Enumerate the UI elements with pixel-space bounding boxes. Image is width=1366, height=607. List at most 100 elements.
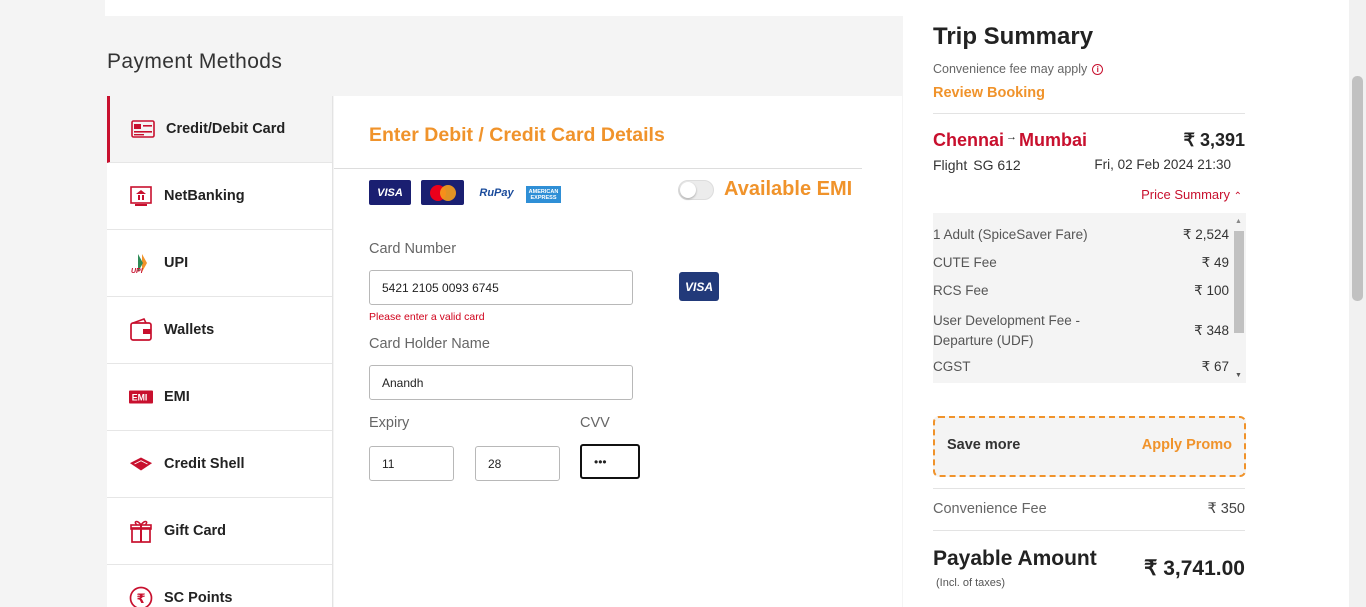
method-label: EMI (164, 389, 190, 405)
emi-icon: EMI (129, 385, 153, 409)
wallet-icon (129, 318, 153, 342)
convenience-note: Convenience fee may apply i (933, 62, 1104, 76)
bank-icon (129, 184, 153, 208)
convenience-note-text: Convenience fee may apply (933, 62, 1088, 76)
fare-label: CUTE Fee (933, 255, 997, 270)
visa-logo: VISA (369, 180, 411, 205)
route: Chennai → Mumbai (933, 130, 1087, 151)
method-label: SC Points (164, 590, 233, 606)
method-label: Wallets (164, 322, 215, 338)
top-card (105, 0, 903, 16)
available-emi-label: Available EMI (724, 178, 853, 200)
promo-box: Save more Apply Promo (933, 416, 1246, 477)
cvv-input[interactable] (580, 444, 640, 479)
method-credit-shell[interactable]: Credit Shell (107, 431, 332, 498)
fare-row: CGST ₹ 67 (933, 359, 1229, 375)
fare-value: ₹ 67 (1201, 359, 1229, 374)
divider (933, 530, 1245, 531)
scroll-down-icon[interactable]: ▼ (1235, 372, 1242, 379)
price-summary-toggle[interactable]: Price Summary ⌃ (1141, 187, 1242, 202)
method-wallets[interactable]: Wallets (107, 297, 332, 364)
fare-row: RCS Fee ₹ 100 (933, 283, 1229, 299)
flight-number: SG 612 (973, 157, 1021, 173)
rupee-coin-icon: ₹ (129, 586, 153, 607)
payable-amount-label: Payable Amount (933, 547, 1097, 570)
fare-value: ₹ 49 (1201, 255, 1229, 270)
divider (334, 168, 862, 169)
fare-label: RCS Fee (933, 283, 989, 298)
card-details-panel: Enter Debit / Credit Card Details VISA R… (334, 96, 902, 607)
expiry-year-input[interactable] (475, 446, 560, 481)
method-label: Credit/Debit Card (166, 121, 286, 137)
review-booking-link[interactable]: Review Booking (933, 85, 1045, 101)
method-emi[interactable]: EMI EMI (107, 364, 332, 431)
origin-city: Chennai (933, 130, 1005, 150)
emi-toggle[interactable] (678, 180, 714, 200)
payment-methods-title: Payment Methods (107, 50, 283, 73)
credit-card-icon (131, 117, 155, 141)
fare-label: 1 Adult (SpiceSaver Fare) (933, 227, 1088, 242)
card-error-message: Please enter a valid card (369, 311, 485, 323)
divider (933, 113, 1245, 114)
arrow-right-icon: → (1006, 130, 1018, 143)
fare-scrollbar[interactable]: ▲ ▼ (1232, 213, 1246, 383)
info-icon[interactable]: i (1092, 63, 1104, 75)
method-label: UPI (164, 255, 189, 271)
scroll-up-icon[interactable]: ▲ (1235, 218, 1242, 225)
gift-icon (129, 519, 153, 543)
card-holder-input[interactable] (369, 365, 633, 400)
incl-taxes-note: (Incl. of taxes) (936, 577, 1006, 589)
chevron-up-icon: ⌃ (1233, 191, 1242, 202)
save-more-text: Save more (947, 437, 1021, 453)
flight-info: Flight SG 612 (933, 157, 1021, 173)
method-sc-points[interactable]: ₹ SC Points (107, 565, 332, 607)
svg-text:₹: ₹ (137, 592, 146, 607)
fare-label: User Development Fee - Departure (UDF) (933, 313, 1081, 348)
page-scrollbar[interactable] (1349, 0, 1366, 607)
fare-value: ₹ 100 (1194, 283, 1229, 298)
fare-value: ₹ 2,524 (1182, 227, 1229, 242)
apply-promo-link[interactable]: Apply Promo (1142, 437, 1232, 453)
payable-amount-value: ₹ 3,741.00 (1144, 557, 1245, 580)
fare-row: 1 Adult (SpiceSaver Fare) ₹ 2,524 (933, 227, 1229, 243)
amex-logo: AMERICAN EXPRESS (526, 186, 561, 203)
fare-row: User Development Fee - Departure (UDF) ₹… (933, 311, 1229, 351)
cvv-label: CVV (580, 415, 610, 431)
upi-icon: UPI (129, 251, 153, 275)
convenience-fee-value: ₹ 350 (1207, 501, 1245, 517)
payment-methods-list: Credit/Debit Card NetBanking UPI UPI Wal… (107, 96, 333, 607)
method-label: Gift Card (164, 523, 227, 539)
method-label: Credit Shell (164, 456, 245, 472)
divider (933, 488, 1245, 489)
method-upi[interactable]: UPI UPI (107, 230, 332, 297)
svg-text:EMI: EMI (132, 393, 148, 403)
fare-value: ₹ 348 (1194, 323, 1229, 338)
price-summary-label: Price Summary (1141, 187, 1230, 202)
rupay-logo: RuPay (479, 186, 514, 199)
flight-label: Flight (933, 157, 968, 173)
expiry-label: Expiry (369, 415, 410, 431)
card-holder-label: Card Holder Name (369, 336, 490, 352)
card-number-input[interactable] (369, 270, 633, 305)
method-netbanking[interactable]: NetBanking (107, 163, 332, 230)
expiry-month-input[interactable] (369, 446, 454, 481)
destination-city: Mumbai (1019, 130, 1088, 150)
card-details-title: Enter Debit / Credit Card Details (369, 124, 665, 146)
card-number-label: Card Number (369, 241, 457, 257)
fare-breakdown: 1 Adult (SpiceSaver Fare) ₹ 2,524 CUTE F… (933, 213, 1246, 383)
flight-datetime: Fri, 02 Feb 2024 21:30 (1094, 157, 1231, 172)
trip-summary-title: Trip Summary (933, 23, 1094, 50)
credit-shell-icon (129, 452, 153, 476)
detected-card-network-badge: VISA (679, 272, 719, 301)
convenience-fee-label: Convenience Fee (933, 501, 1047, 517)
fare-amount: ₹ 3,391 (1183, 130, 1246, 150)
fare-row: CUTE Fee ₹ 49 (933, 255, 1229, 271)
trip-summary-panel: Trip Summary Convenience fee may apply i… (903, 0, 1349, 607)
method-gift-card[interactable]: Gift Card (107, 498, 332, 565)
method-credit-debit-card[interactable]: Credit/Debit Card (107, 96, 332, 163)
method-label: NetBanking (164, 188, 245, 204)
svg-text:UPI: UPI (131, 268, 144, 274)
mastercard-logo (421, 180, 464, 205)
page-scrollbar-thumb[interactable] (1352, 76, 1363, 301)
scrollbar-thumb[interactable] (1234, 231, 1244, 333)
